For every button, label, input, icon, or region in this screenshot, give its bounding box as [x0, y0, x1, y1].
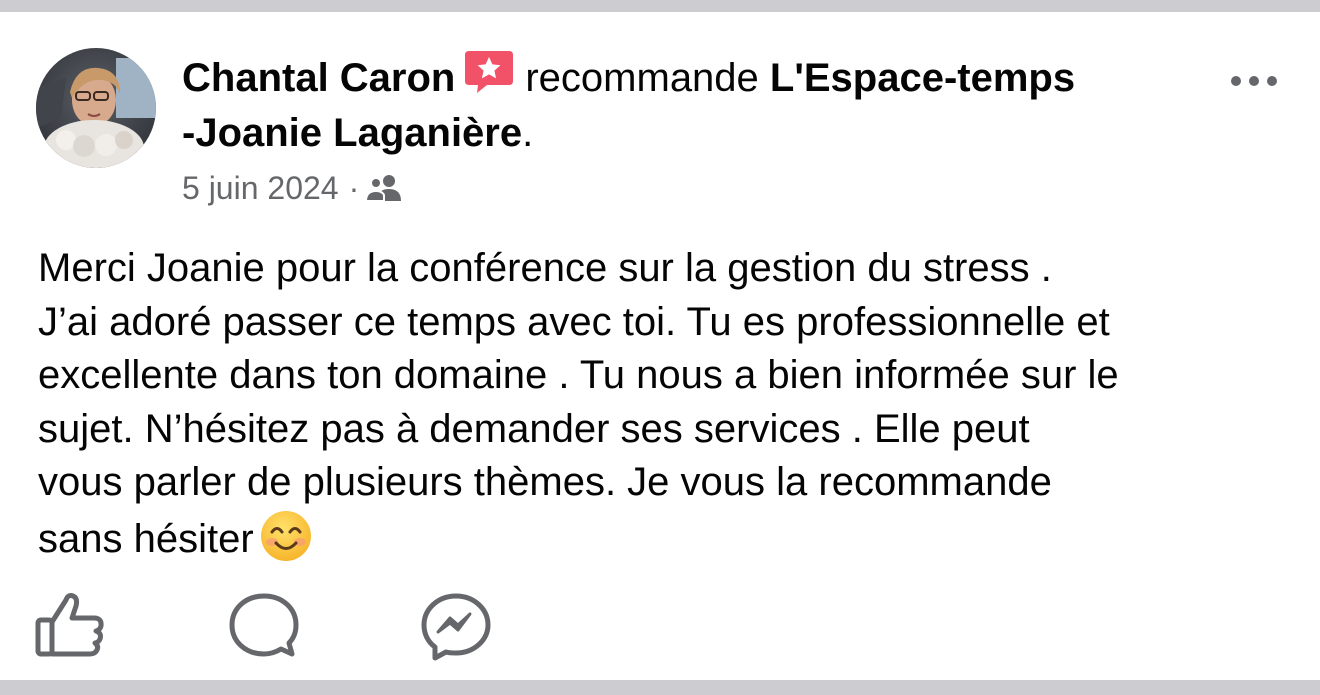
- comment-bubble-icon: [229, 593, 299, 657]
- recommendation-post-card: Chantal Caron recommande L'Espace-temps …: [0, 12, 1320, 680]
- comment-button[interactable]: [226, 590, 302, 662]
- body-line: J’ai adoré passer ce temps avec toi. Tu …: [38, 299, 1110, 344]
- author-name-link[interactable]: Chantal Caron: [182, 56, 455, 100]
- post-meta: 5 juin 2024 ·: [182, 170, 403, 206]
- like-button[interactable]: [32, 590, 108, 662]
- body-line: vous parler de plusieurs thèmes. Je vous…: [38, 460, 1052, 504]
- body-line: sujet. N’hésitez pas à demander ses serv…: [38, 406, 1030, 451]
- body-last-line: sans hésiter: [38, 510, 1298, 564]
- recommendation-star-icon: [463, 49, 515, 95]
- post-header-line-1: Chantal Caron recommande L'Espace-temps: [182, 49, 1075, 101]
- post-date-link[interactable]: 5 juin 2024: [182, 170, 339, 206]
- post-header-line-2: -Joanie Laganière.: [182, 110, 533, 156]
- friends-icon[interactable]: [365, 173, 403, 203]
- page-name-link-part-1[interactable]: L'Espace-temps: [770, 56, 1075, 100]
- post-body: Merci Joanie pour la conférence sur la g…: [38, 242, 1298, 563]
- header-period: .: [522, 111, 534, 155]
- meta-separator: ·: [348, 170, 360, 206]
- messenger-icon: [421, 593, 491, 661]
- more-options-button[interactable]: [1224, 66, 1284, 96]
- body-line: Merci Joanie pour la conférence sur la g…: [38, 246, 1052, 290]
- body-line: excellente dans ton domaine . Tu nous a …: [38, 353, 1119, 397]
- author-avatar[interactable]: [36, 48, 156, 168]
- recommend-verb: recommande: [525, 56, 759, 100]
- messenger-button[interactable]: [418, 590, 494, 662]
- body-line: sans hésiter: [38, 516, 254, 561]
- smiling-face-emoji: [260, 510, 312, 562]
- page-name-link-part-2[interactable]: -Joanie Laganière: [182, 111, 522, 155]
- thumbs-up-icon: [35, 593, 104, 657]
